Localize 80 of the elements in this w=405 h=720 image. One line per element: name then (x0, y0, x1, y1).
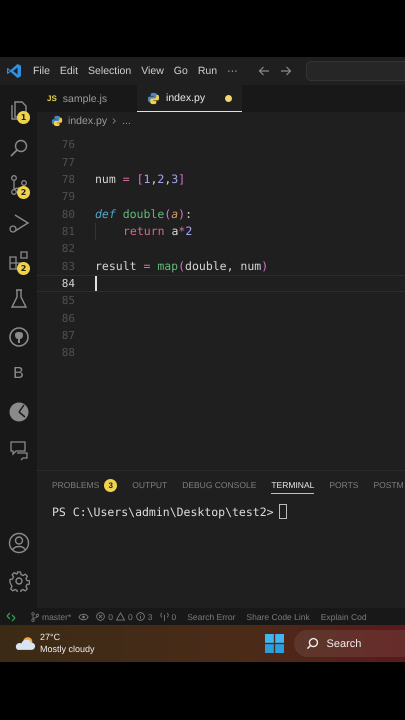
search-icon[interactable] (8, 138, 28, 158)
branch-icon (31, 612, 39, 622)
tab-label: sample.js (62, 92, 108, 104)
panel-tab[interactable]: PROBLEMS 3 (52, 477, 118, 493)
account-icon[interactable] (8, 532, 30, 554)
ports-count: 0 (172, 612, 176, 622)
terminal-cursor (278, 504, 287, 519)
panel-tab-label: PORTS (329, 480, 358, 490)
eye-icon[interactable] (78, 612, 90, 620)
remote-chat-icon[interactable] (8, 439, 30, 462)
search-icon (306, 637, 319, 650)
vscode-logo-icon (6, 63, 22, 79)
weather-condition: Mostly cloudy (40, 644, 95, 655)
notification-badge: 2 (17, 186, 30, 200)
menu-item[interactable]: Run (198, 65, 218, 77)
extension-letter-icon[interactable]: B (13, 365, 24, 384)
windows-start-icon[interactable] (264, 634, 284, 653)
chevron-icon (112, 117, 118, 125)
terminal-prompt: PS C:\Users\admin\Desktop\test2> (52, 504, 274, 518)
menu-item[interactable]: View (141, 65, 164, 77)
settings-icon[interactable] (8, 570, 30, 592)
notification-badge: 2 (17, 262, 30, 275)
panel-tab[interactable]: POSTM (373, 477, 404, 493)
panel-tab[interactable]: OUTPUT (132, 477, 168, 493)
code-line: result = map(double, num) (95, 259, 268, 274)
menu-item[interactable]: Edit (60, 65, 78, 77)
panel-tab-label: TERMINAL (271, 480, 314, 490)
error-count: 0 (108, 612, 114, 622)
menu-item[interactable]: File (33, 65, 50, 77)
panel-tab-label: DEBUG CONSOLE (182, 480, 256, 490)
extensions-icon[interactable] (8, 250, 30, 272)
pie-chart-icon[interactable] (8, 401, 30, 424)
error-icon (96, 612, 106, 621)
warning-icon (116, 612, 126, 621)
info-icon (136, 612, 145, 621)
breadcrumb-item[interactable]: index.py (68, 115, 108, 127)
status-item[interactable]: Search Error (187, 612, 236, 622)
panel-tab-label: OUTPUT (132, 480, 168, 490)
count-badge: 3 (104, 478, 118, 492)
python-file-icon (147, 92, 160, 104)
status-item[interactable]: Share Code Link (246, 612, 310, 622)
remote-icon[interactable] (6, 612, 16, 622)
menu-item[interactable]: Selection (88, 65, 132, 77)
js-file-icon: JS (47, 94, 57, 103)
editor-tab[interactable]: index.py (137, 85, 242, 112)
panel-tab-label: POSTM (373, 480, 404, 490)
files-icon[interactable] (8, 98, 28, 121)
branch-status[interactable]: master* (31, 612, 72, 622)
flask-icon[interactable] (8, 288, 28, 310)
panel-tab[interactable]: PORTS (329, 477, 358, 493)
temperature: 27°C (40, 632, 62, 644)
ports-status[interactable]: 0 (160, 612, 176, 622)
branch-icon[interactable] (8, 174, 28, 196)
weather-cloud-icon[interactable] (14, 635, 36, 652)
python-file-icon (51, 115, 63, 127)
problems-status[interactable]: 0 0 3 (96, 612, 152, 622)
panel-tab-label: PROBLEMS (52, 480, 100, 490)
run-debug-icon[interactable] (8, 212, 30, 234)
line-number: 84 (60, 276, 75, 290)
back-arrow-icon[interactable] (258, 65, 270, 77)
branch-name: master* (42, 612, 72, 622)
antenna-icon (160, 612, 168, 621)
code-line: def double(a): (95, 207, 192, 222)
panel-tab[interactable]: DEBUG CONSOLE (182, 477, 256, 493)
menu-item[interactable]: Go (174, 65, 188, 77)
breadcrumb-item[interactable]: ... (122, 115, 131, 127)
code-line: return a*2 (123, 224, 192, 238)
notification-badge: 1 (17, 110, 30, 124)
editor-tab[interactable]: JS sample.js (37, 85, 137, 112)
menu-item[interactable]: ··· (227, 65, 238, 77)
github-icon[interactable] (8, 326, 30, 348)
panel-tab[interactable]: TERMINAL (271, 477, 314, 494)
tab-label: index.py (166, 92, 206, 104)
taskbar-search[interactable]: Search (294, 630, 405, 657)
forward-arrow-icon[interactable] (280, 65, 292, 77)
code-line: num = [1,2,3] (95, 172, 186, 186)
text-cursor (95, 276, 97, 291)
warning-count: 0 (128, 612, 133, 622)
info-count: 3 (148, 612, 152, 622)
status-item[interactable]: Explain Cod (320, 612, 367, 622)
